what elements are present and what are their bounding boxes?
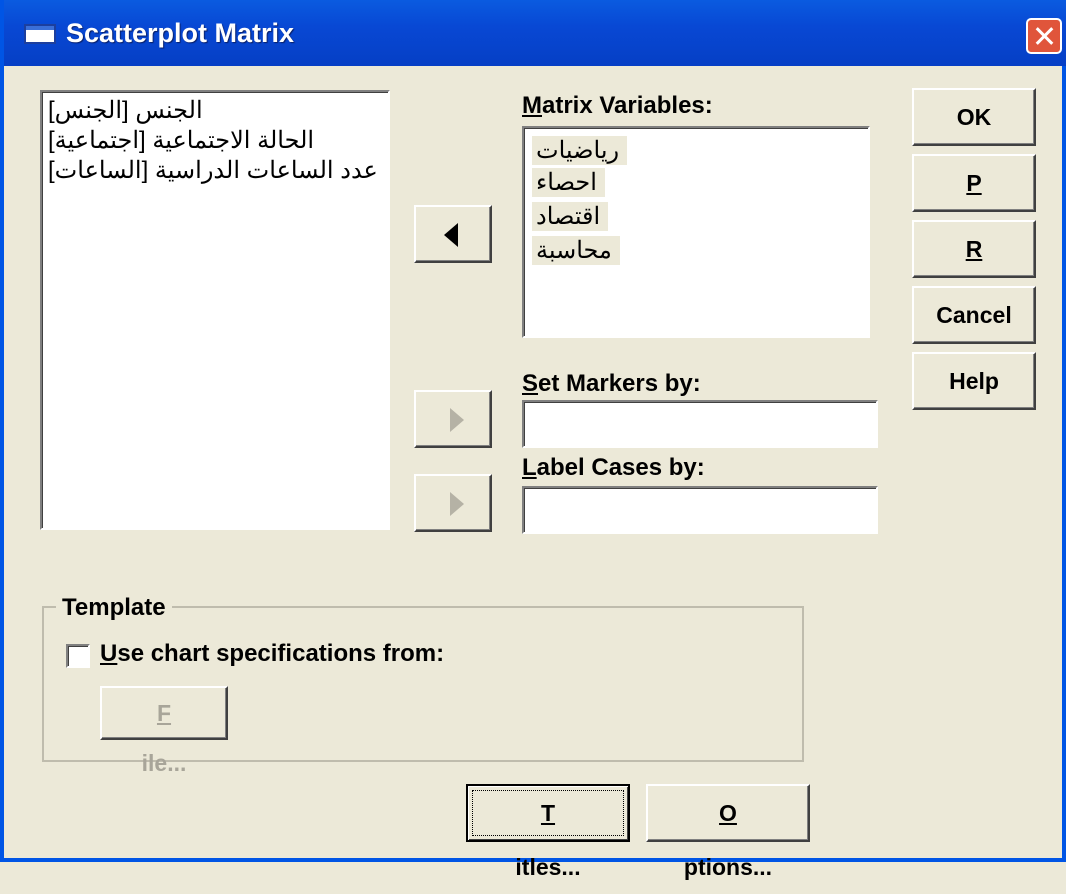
close-icon[interactable] (1026, 18, 1062, 54)
right-arrow-icon (450, 408, 464, 432)
move-to-label-cases-button[interactable] (414, 474, 492, 532)
use-chart-specifications-label[interactable]: Use chart specifications from: (100, 640, 444, 668)
move-to-markers-button[interactable] (414, 390, 492, 448)
label-cases-label: Label Cases by: (522, 454, 705, 481)
reset-button[interactable]: Reset (912, 220, 1036, 316)
titles-button[interactable]: Titles... (466, 784, 630, 880)
move-to-matrix-button[interactable] (414, 205, 492, 263)
set-markers-label: Set Markers by: (522, 370, 701, 397)
list-item[interactable]: الحالة الاجتماعية [اجتماعية] (42, 126, 388, 155)
use-chart-specifications-checkbox[interactable] (66, 644, 90, 668)
title-bar[interactable]: Scatterplot Matrix (4, 0, 1066, 66)
set-markers-field[interactable] (522, 400, 878, 448)
help-button[interactable]: Help (912, 352, 1036, 410)
source-variable-list[interactable]: الجنس [الجنس] الحالة الاجتماعية [اجتماعي… (40, 90, 390, 530)
paste-button[interactable]: Paste (912, 154, 1036, 250)
cancel-button[interactable]: Cancel (912, 286, 1036, 344)
list-item[interactable]: احصاء (532, 168, 605, 197)
label-cases-field[interactable] (522, 486, 878, 534)
list-item[interactable]: الجنس [الجنس] (42, 96, 388, 125)
options-button[interactable]: Options... (646, 784, 810, 880)
matrix-variables-list[interactable]: رياضيات احصاء اقتصاد محاسبة (522, 126, 870, 338)
window-icon (24, 24, 56, 44)
right-arrow-icon (450, 492, 464, 516)
left-arrow-icon (444, 223, 458, 247)
window-title: Scatterplot Matrix (66, 18, 295, 48)
template-group-title: Template (56, 594, 172, 622)
list-item[interactable]: محاسبة (532, 236, 620, 265)
list-item[interactable]: رياضيات (532, 136, 628, 165)
focus-ring (472, 790, 624, 836)
file-button[interactable]: File... (100, 686, 228, 776)
scatterplot-matrix-dialog: Scatterplot Matrix الجنس [الجنس] الحالة … (0, 0, 1066, 880)
list-item[interactable]: عدد الساعات الدراسية [الساعات] (42, 156, 388, 185)
matrix-variables-label: Matrix Variables: (522, 92, 713, 119)
list-item[interactable]: اقتصاد (532, 202, 609, 231)
ok-button[interactable]: OK (912, 88, 1036, 146)
